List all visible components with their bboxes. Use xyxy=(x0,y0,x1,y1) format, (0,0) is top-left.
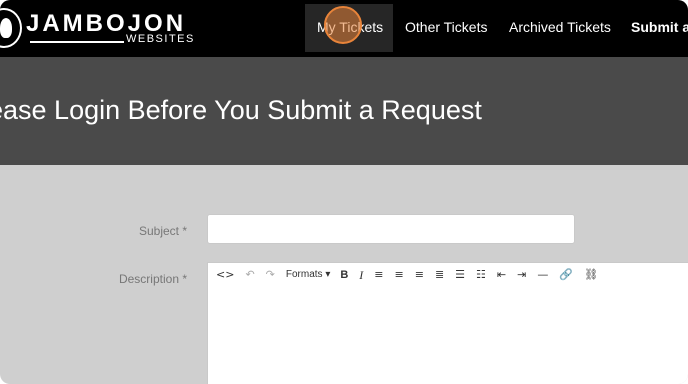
indent-icon[interactable]: ⇥ xyxy=(517,268,526,282)
brand-subtitle: WEBSITES xyxy=(126,33,195,45)
bold-icon[interactable]: B xyxy=(340,268,348,282)
subject-input[interactable] xyxy=(207,214,575,244)
nav-archived-tickets[interactable]: Archived Tickets xyxy=(509,19,611,35)
italic-icon[interactable]: I xyxy=(359,268,363,282)
align-center-icon[interactable]: ≡ xyxy=(395,268,404,282)
nav-other-tickets[interactable]: Other Tickets xyxy=(405,19,487,35)
source-code-icon[interactable]: <> xyxy=(216,268,234,282)
align-right-icon[interactable]: ≡ xyxy=(415,268,424,282)
flame-logo-icon xyxy=(0,8,22,48)
browser-frame: JAMBOJON WEBSITES My Tickets Other Ticke… xyxy=(0,0,688,384)
horizontal-rule-icon[interactable]: — xyxy=(537,268,548,282)
editor-toolbar: <> ↶ ↷ Formats ▾ B I ≡ ≡ ≡ ≣ ☰ ☷ ⇤ ⇥ — 🔗… xyxy=(216,267,609,283)
bullet-list-icon[interactable]: ☰ xyxy=(455,268,465,282)
undo-icon[interactable]: ↶ xyxy=(245,268,254,282)
brand-divider-line xyxy=(30,41,124,43)
description-editor[interactable]: <> ↶ ↷ Formats ▾ B I ≡ ≡ ≡ ≣ ☰ ☷ ⇤ ⇥ — 🔗… xyxy=(207,262,688,384)
subject-label: Subject * xyxy=(138,224,187,238)
align-justify-icon[interactable]: ≣ xyxy=(435,268,444,282)
page-header-banner: ease Login Before You Submit a Request xyxy=(0,57,688,165)
nav-submit-ticket[interactable]: Submit a xyxy=(631,19,688,35)
click-cursor-indicator xyxy=(324,6,362,44)
unlink-icon[interactable]: ⛓ xyxy=(584,268,598,282)
description-label: Description * xyxy=(118,272,187,286)
page-title: ease Login Before You Submit a Request xyxy=(0,95,482,125)
link-icon[interactable]: 🔗 xyxy=(559,268,573,282)
numbered-list-icon[interactable]: ☷ xyxy=(476,268,486,282)
redo-icon[interactable]: ↷ xyxy=(266,268,275,282)
outdent-icon[interactable]: ⇤ xyxy=(497,268,506,282)
align-left-icon[interactable]: ≡ xyxy=(374,268,383,282)
formats-dropdown[interactable]: Formats ▾ xyxy=(286,268,330,282)
top-navigation-bar: JAMBOJON WEBSITES My Tickets Other Ticke… xyxy=(0,0,688,57)
